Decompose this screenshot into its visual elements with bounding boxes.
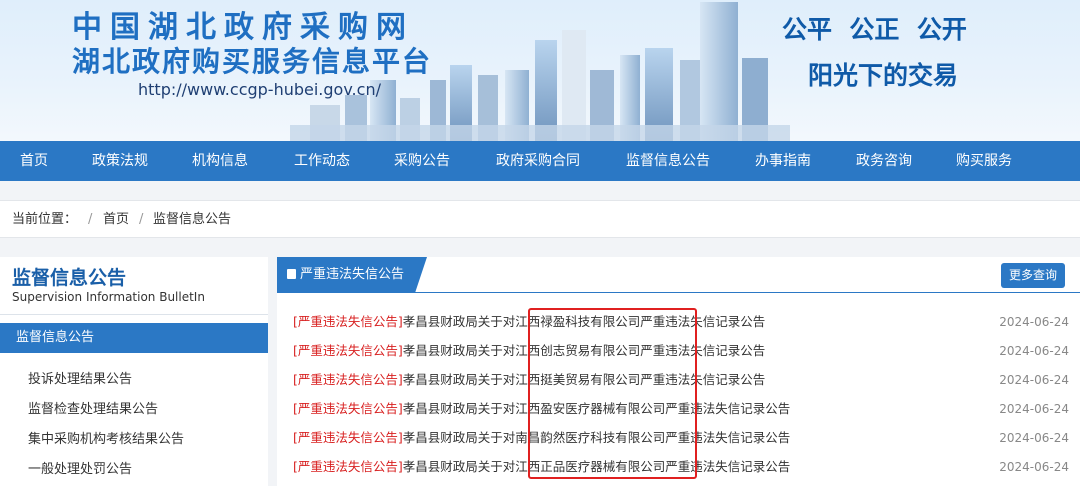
- sidebar-title: 监督信息公告: [12, 267, 127, 289]
- nav-news[interactable]: 工作动态: [294, 141, 350, 181]
- tab-label: 严重违法失信公告: [300, 267, 405, 282]
- sidebar-item-complaint-results[interactable]: 投诉处理结果公告: [28, 368, 132, 387]
- notice-title[interactable]: 孝昌县财政局关于对江西正品医疗器械有限公司严重违法失信记录公告: [403, 459, 791, 474]
- list-item[interactable]: [严重违法失信公告]孝昌县财政局关于对江西创志贸易有限公司严重违法失信记录公告 …: [293, 340, 1069, 362]
- sidebar-item-general-penalties[interactable]: 一般处理处罚公告: [28, 458, 132, 477]
- sidebar-item-agency-assessment[interactable]: 集中采购机构考核结果公告: [28, 428, 184, 447]
- notice-tag: [严重违法失信公告]: [293, 343, 403, 358]
- nav-guide[interactable]: 办事指南: [755, 141, 811, 181]
- nav-consultation[interactable]: 政务咨询: [856, 141, 912, 181]
- notice-title[interactable]: 孝昌县财政局关于对南昌韵然医疗科技有限公司严重违法失信记录公告: [403, 430, 791, 445]
- notice-panel: 严重违法失信公告 更多查询 [严重违法失信公告]孝昌县财政局关于对江西禄盈科技有…: [277, 257, 1080, 486]
- tab-serious-dishonesty[interactable]: 严重违法失信公告: [277, 257, 427, 293]
- list-item[interactable]: [严重违法失信公告]孝昌县财政局关于对江西禄盈科技有限公司严重违法失信记录公告 …: [293, 311, 1069, 333]
- notice-date: 2024-06-24: [999, 344, 1069, 358]
- nav-supervision[interactable]: 监督信息公告: [626, 141, 710, 181]
- document-icon: [287, 269, 296, 279]
- notice-tag: [严重违法失信公告]: [293, 459, 403, 474]
- list-item[interactable]: [严重违法失信公告]孝昌县财政局关于对江西正品医疗器械有限公司严重违法失信记录公…: [293, 456, 1069, 478]
- tab-row: 严重违法失信公告 更多查询: [277, 257, 1080, 293]
- breadcrumb: 当前位置： / 首页 / 监督信息公告: [0, 200, 1080, 238]
- nav-procurement-notices[interactable]: 采购公告: [394, 141, 450, 181]
- notice-tag: [严重违法失信公告]: [293, 401, 403, 416]
- nav-purchase-services[interactable]: 购买服务: [956, 141, 1012, 181]
- list-item[interactable]: [严重违法失信公告]孝昌县财政局关于对江西挺美贸易有限公司严重违法失信记录公告 …: [293, 369, 1069, 391]
- main-navigation: 首页 政策法规 机构信息 工作动态 采购公告 政府采购合同 监督信息公告 办事指…: [0, 141, 1080, 181]
- notice-date: 2024-06-24: [999, 460, 1069, 474]
- notice-tag: [严重违法失信公告]: [293, 372, 403, 387]
- breadcrumb-current[interactable]: 监督信息公告: [153, 201, 231, 239]
- notice-title[interactable]: 孝昌县财政局关于对江西创志贸易有限公司严重违法失信记录公告: [403, 343, 766, 358]
- list-item[interactable]: [严重违法失信公告]孝昌县财政局关于对南昌韵然医疗科技有限公司严重违法失信记录公…: [293, 427, 1069, 449]
- breadcrumb-separator: /: [139, 212, 144, 227]
- notice-tag: [严重违法失信公告]: [293, 314, 403, 329]
- list-item[interactable]: [严重违法失信公告]孝昌县财政局关于对江西盈安医疗器械有限公司严重违法失信记录公…: [293, 398, 1069, 420]
- sidebar: 监督信息公告 Supervision Information BulletIn …: [0, 257, 268, 486]
- notice-title[interactable]: 孝昌县财政局关于对江西挺美贸易有限公司严重违法失信记录公告: [403, 372, 766, 387]
- header-banner: 中国湖北政府采购网 湖北政府购买服务信息平台 http://www.ccgp-h…: [0, 0, 1080, 141]
- notice-date: 2024-06-24: [999, 373, 1069, 387]
- sidebar-subtitle: Supervision Information BulletIn: [12, 290, 205, 304]
- more-query-button[interactable]: 更多查询: [1000, 263, 1065, 288]
- notice-date: 2024-06-24: [999, 315, 1069, 329]
- slogan-sunshine: 阳光下的交易: [808, 61, 959, 90]
- site-url: http://www.ccgp-hubei.gov.cn/: [138, 80, 381, 99]
- nav-institutions[interactable]: 机构信息: [192, 141, 248, 181]
- notice-tag: [严重违法失信公告]: [293, 430, 403, 445]
- notice-title[interactable]: 孝昌县财政局关于对江西禄盈科技有限公司严重违法失信记录公告: [403, 314, 766, 329]
- slogan-fairness: 公平 公正 公开: [782, 15, 967, 44]
- sidebar-divider: [0, 314, 268, 315]
- breadcrumb-label: 当前位置：: [12, 212, 78, 227]
- site-subtitle: 湖北政府购买服务信息平台: [72, 45, 433, 78]
- notice-date: 2024-06-24: [999, 402, 1069, 416]
- sidebar-item-supervision-active[interactable]: 监督信息公告: [0, 323, 268, 353]
- sidebar-item-inspection-results[interactable]: 监督检查处理结果公告: [28, 398, 158, 417]
- notice-title[interactable]: 孝昌县财政局关于对江西盈安医疗器械有限公司严重违法失信记录公告: [403, 401, 791, 416]
- notice-date: 2024-06-24: [999, 431, 1069, 445]
- nav-policies[interactable]: 政策法规: [92, 141, 148, 181]
- breadcrumb-separator: /: [88, 212, 93, 227]
- breadcrumb-home[interactable]: 首页: [103, 201, 129, 239]
- nav-contracts[interactable]: 政府采购合同: [496, 141, 580, 181]
- nav-home[interactable]: 首页: [20, 141, 48, 181]
